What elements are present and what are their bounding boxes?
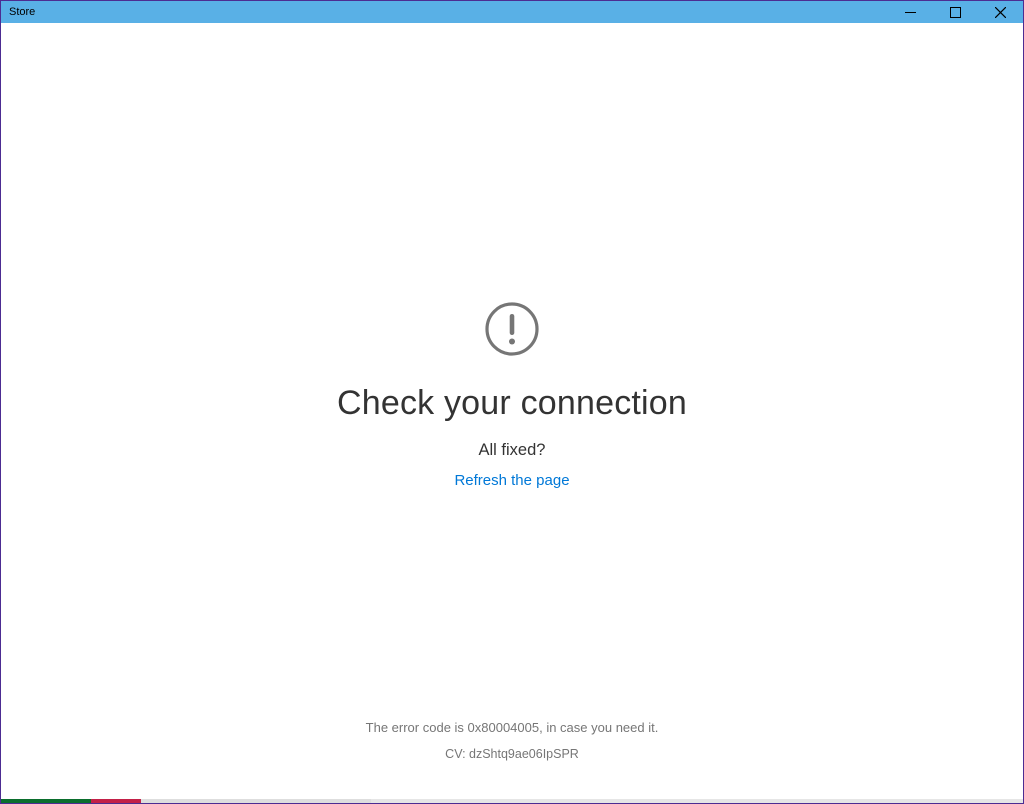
taskbar-seg-green bbox=[1, 799, 91, 803]
error-footer: The error code is 0x80004005, in case yo… bbox=[1, 720, 1023, 761]
window-title: Store bbox=[9, 6, 35, 18]
app-window: Store bbox=[0, 0, 1024, 804]
refresh-link[interactable]: Refresh the page bbox=[454, 472, 569, 489]
close-icon bbox=[995, 7, 1006, 18]
minimize-icon bbox=[905, 7, 916, 18]
error-subheading: All fixed? bbox=[479, 441, 546, 460]
maximize-button[interactable] bbox=[933, 1, 978, 23]
error-message-block: Check your connection All fixed? Refresh… bbox=[1, 301, 1023, 489]
minimize-button[interactable] bbox=[888, 1, 933, 23]
close-button[interactable] bbox=[978, 1, 1023, 23]
error-heading: Check your connection bbox=[337, 384, 687, 423]
taskbar-seg-gray2 bbox=[371, 799, 1023, 803]
maximize-icon bbox=[950, 7, 961, 18]
error-code-text: The error code is 0x80004005, in case yo… bbox=[366, 720, 659, 735]
taskbar-seg-gray1 bbox=[141, 799, 371, 803]
content-area: Check your connection All fixed? Refresh… bbox=[1, 23, 1023, 803]
window-controls bbox=[888, 1, 1023, 23]
titlebar: Store bbox=[1, 1, 1023, 23]
taskbar-seg-magenta bbox=[91, 799, 141, 803]
exclamation-icon bbox=[484, 301, 540, 362]
taskbar-sliver bbox=[1, 799, 1023, 803]
correlation-vector-text: CV: dzShtq9ae06IpSPR bbox=[445, 747, 579, 761]
